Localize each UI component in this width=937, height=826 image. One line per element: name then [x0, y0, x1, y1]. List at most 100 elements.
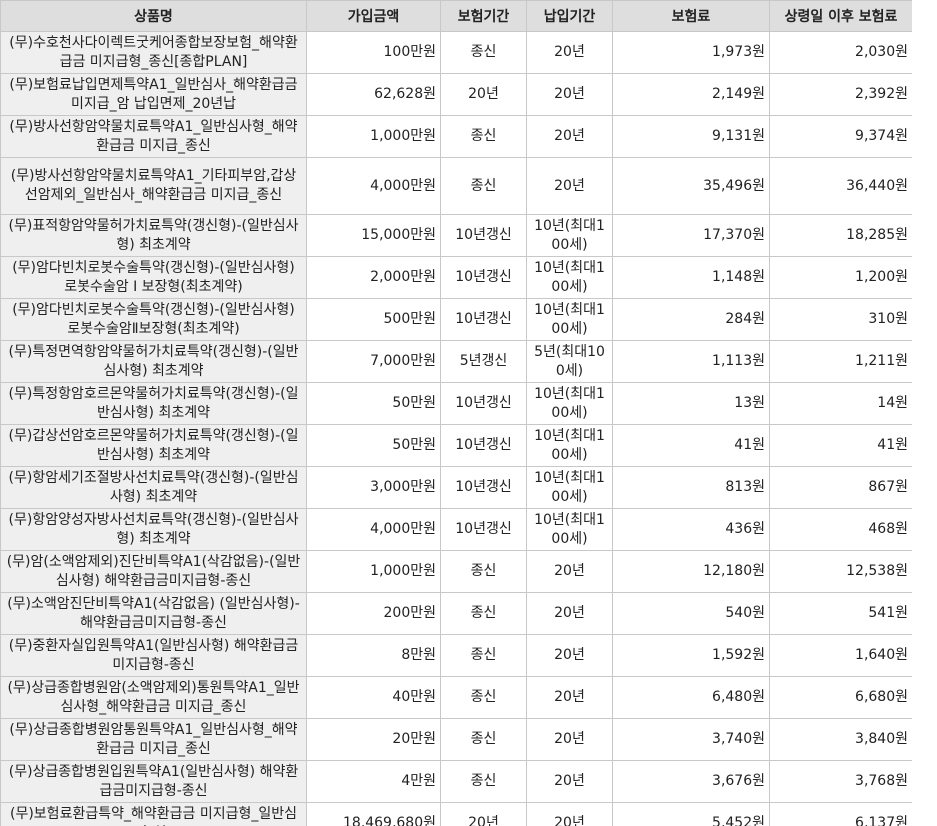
premium-cell: 12,180원 — [612, 550, 770, 593]
table-row: (무)보험료환급특약_해약환급금 미지급형_일반심사(처) 18,469,680… — [0, 802, 912, 826]
coverage-amount-cell: 4만원 — [306, 760, 441, 803]
payment-period-cell: 10년(최대100세) — [526, 466, 613, 509]
product-name-cell: (무)보험료납입면제특약A1_일반심사_해약환급금 미지급_암 납입면제_20년… — [0, 73, 307, 116]
product-name-cell: (무)특정면역항암약물허가치료특약(갱신형)-(일반심사형) 최초계약 — [0, 340, 307, 383]
product-name-cell: (무)상급종합병원암(소액암제외)통원특약A1_일반심사형_해약환급금 미지급_… — [0, 676, 307, 719]
product-name-cell: (무)상급종합병원암통원특약A1_일반심사형_해약환급금 미지급_종신 — [0, 718, 307, 761]
product-name-cell: (무)보험료환급특약_해약환급금 미지급형_일반심사(처) — [0, 802, 307, 826]
product-name-cell: (무)갑상선암호르몬약물허가치료특약(갱신형)-(일반심사형) 최초계약 — [0, 424, 307, 467]
payment-period-cell: 10년(최대100세) — [526, 256, 613, 299]
insurance-period-cell: 10년갱신 — [440, 424, 527, 467]
coverage-amount-cell: 15,000만원 — [306, 214, 441, 257]
table-row: (무)중환자실입원특약A1(일반심사형) 해약환급금미지급형-종신 8만원 종신… — [0, 634, 912, 677]
product-name-cell: (무)소액암진단비특약A1(삭감없음) (일반심사형)-해약환급금미지급형-종신 — [0, 592, 307, 635]
coverage-amount-cell: 18,469,680원 — [306, 802, 441, 826]
premium-cell: 41원 — [612, 424, 770, 467]
premium-after-cell: 468원 — [769, 508, 912, 551]
coverage-amount-cell: 100만원 — [306, 31, 441, 74]
table-row: (무)항암세기조절방사선치료특약(갱신형)-(일반심사형) 최초계약 3,000… — [0, 466, 912, 509]
premium-after-cell: 2,392원 — [769, 73, 912, 116]
insurance-period-cell: 20년 — [440, 802, 527, 826]
premium-after-cell: 310원 — [769, 298, 912, 341]
product-name-cell: (무)수호천사다이렉트굿케어종합보장보험_해약환급금 미지급형_종신[종합PLA… — [0, 31, 307, 74]
product-name-cell: (무)항암세기조절방사선치료특약(갱신형)-(일반심사형) 최초계약 — [0, 466, 307, 509]
coverage-amount-cell: 200만원 — [306, 592, 441, 635]
payment-period-cell: 20년 — [526, 31, 613, 74]
payment-period-cell: 20년 — [526, 115, 613, 158]
premium-after-cell: 41원 — [769, 424, 912, 467]
payment-period-cell: 20년 — [526, 802, 613, 826]
product-name-cell: (무)항암양성자방사선치료특약(갱신형)-(일반심사형) 최초계약 — [0, 508, 307, 551]
coverage-amount-cell: 4,000만원 — [306, 508, 441, 551]
product-name-cell: (무)특정항암호르몬약물허가치료특약(갱신형)-(일반심사형) 최초계약 — [0, 382, 307, 425]
payment-period-cell: 10년(최대100세) — [526, 424, 613, 467]
insurance-period-cell: 10년갱신 — [440, 466, 527, 509]
coverage-amount-cell: 40만원 — [306, 676, 441, 719]
table-row: (무)특정항암호르몬약물허가치료특약(갱신형)-(일반심사형) 최초계약 50만… — [0, 382, 912, 425]
premium-after-cell: 3,840원 — [769, 718, 912, 761]
header-product-name: 상품명 — [0, 0, 307, 32]
coverage-amount-cell: 7,000만원 — [306, 340, 441, 383]
payment-period-cell: 20년 — [526, 157, 613, 215]
insurance-period-cell: 10년갱신 — [440, 214, 527, 257]
payment-period-cell: 10년(최대100세) — [526, 382, 613, 425]
payment-period-cell: 20년 — [526, 73, 613, 116]
table-header-row: 상품명 가입금액 보험기간 납입기간 보험료 상령일 이후 보험료 — [0, 0, 912, 32]
premium-cell: 13원 — [612, 382, 770, 425]
insurance-period-cell: 5년갱신 — [440, 340, 527, 383]
coverage-amount-cell: 50만원 — [306, 382, 441, 425]
table-row: (무)수호천사다이렉트굿케어종합보장보험_해약환급금 미지급형_종신[종합PLA… — [0, 31, 912, 74]
table-row: (무)암(소액암제외)진단비특약A1(삭감없음)-(일반심사형) 해약환급금미지… — [0, 550, 912, 593]
premium-after-cell: 36,440원 — [769, 157, 912, 215]
insurance-period-cell: 10년갱신 — [440, 256, 527, 299]
coverage-amount-cell: 3,000만원 — [306, 466, 441, 509]
premium-after-cell: 1,200원 — [769, 256, 912, 299]
premium-after-cell: 6,680원 — [769, 676, 912, 719]
payment-period-cell: 20년 — [526, 550, 613, 593]
premium-cell: 540원 — [612, 592, 770, 635]
premium-cell: 35,496원 — [612, 157, 770, 215]
insurance-period-cell: 종신 — [440, 676, 527, 719]
product-name-cell: (무)암(소액암제외)진단비특약A1(삭감없음)-(일반심사형) 해약환급금미지… — [0, 550, 307, 593]
table-row: (무)상급종합병원입원특약A1(일반심사형) 해약환급금미지급형-종신 4만원 … — [0, 760, 912, 803]
table-row: (무)암다빈치로봇수술특약(갱신형)-(일반심사형) 로봇수술암 I 보장형(최… — [0, 256, 912, 299]
premium-cell: 1,113원 — [612, 340, 770, 383]
coverage-amount-cell: 1,000만원 — [306, 550, 441, 593]
premium-after-cell: 3,768원 — [769, 760, 912, 803]
payment-period-cell: 10년(최대100세) — [526, 508, 613, 551]
premium-cell: 5,452원 — [612, 802, 770, 826]
header-premium-after-age-change: 상령일 이후 보험료 — [769, 0, 912, 32]
header-coverage-amount: 가입금액 — [306, 0, 441, 32]
premium-cell: 1,592원 — [612, 634, 770, 677]
table-row: (무)표적항암약물허가치료특약(갱신형)-(일반심사형) 최초계약 15,000… — [0, 214, 912, 257]
premium-cell: 2,149원 — [612, 73, 770, 116]
table-row: (무)방사선항암약물치료특약A1_기타피부암,갑상선암제외_일반심사_해약환급금… — [0, 157, 912, 215]
table-row: (무)특정면역항암약물허가치료특약(갱신형)-(일반심사형) 최초계약 7,00… — [0, 340, 912, 383]
payment-period-cell: 20년 — [526, 676, 613, 719]
premium-after-cell: 12,538원 — [769, 550, 912, 593]
insurance-period-cell: 종신 — [440, 550, 527, 593]
product-name-cell: (무)방사선항암약물치료특약A1_일반심사형_해약환급금 미지급_종신 — [0, 115, 307, 158]
coverage-amount-cell: 8만원 — [306, 634, 441, 677]
table-row: (무)갑상선암호르몬약물허가치료특약(갱신형)-(일반심사형) 최초계약 50만… — [0, 424, 912, 467]
insurance-premium-table: 상품명 가입금액 보험기간 납입기간 보험료 상령일 이후 보험료 (무)수호천… — [0, 0, 912, 826]
product-name-cell: (무)암다빈치로봇수술특약(갱신형)-(일반심사형) 로봇수술암 I 보장형(최… — [0, 256, 307, 299]
premium-after-cell: 1,640원 — [769, 634, 912, 677]
coverage-amount-cell: 500만원 — [306, 298, 441, 341]
payment-period-cell: 20년 — [526, 634, 613, 677]
product-name-cell: (무)표적항암약물허가치료특약(갱신형)-(일반심사형) 최초계약 — [0, 214, 307, 257]
table-row: (무)소액암진단비특약A1(삭감없음) (일반심사형)-해약환급금미지급형-종신… — [0, 592, 912, 635]
insurance-premium-table-container: 상품명 가입금액 보험기간 납입기간 보험료 상령일 이후 보험료 (무)수호천… — [0, 0, 912, 826]
insurance-period-cell: 종신 — [440, 718, 527, 761]
payment-period-cell: 20년 — [526, 760, 613, 803]
premium-after-cell: 9,374원 — [769, 115, 912, 158]
premium-after-cell: 541원 — [769, 592, 912, 635]
premium-after-cell: 18,285원 — [769, 214, 912, 257]
premium-cell: 436원 — [612, 508, 770, 551]
header-insurance-period: 보험기간 — [440, 0, 527, 32]
insurance-period-cell: 종신 — [440, 634, 527, 677]
premium-cell: 17,370원 — [612, 214, 770, 257]
table-row: (무)방사선항암약물치료특약A1_일반심사형_해약환급금 미지급_종신 1,00… — [0, 115, 912, 158]
product-name-cell: (무)중환자실입원특약A1(일반심사형) 해약환급금미지급형-종신 — [0, 634, 307, 677]
payment-period-cell: 20년 — [526, 718, 613, 761]
